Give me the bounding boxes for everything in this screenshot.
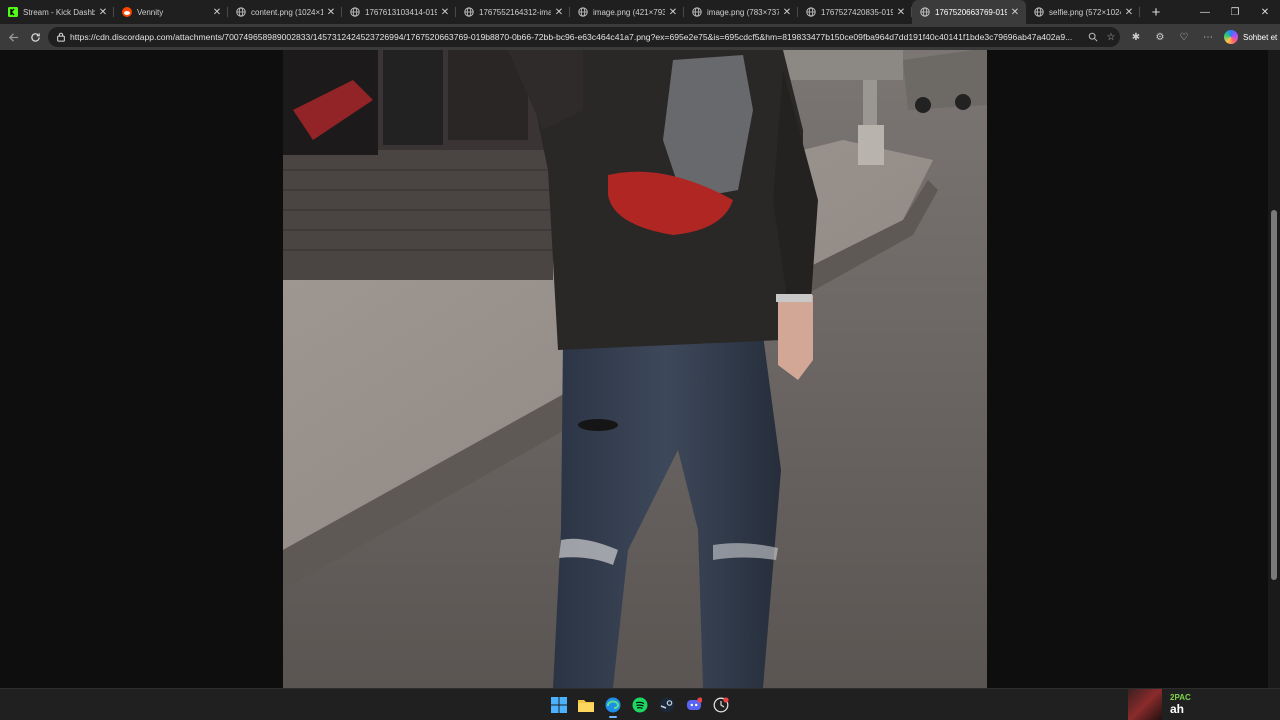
photo-illustration (283, 50, 987, 688)
tab[interactable]: Vennity ✕ (114, 0, 228, 24)
window-controls: — ❐ ✕ (1190, 0, 1280, 24)
tab-title: 1767552164312-image (479, 7, 551, 17)
taskbar-apps (545, 693, 734, 718)
tab-title: Stream - Kick Dashboard (23, 7, 95, 17)
globe-icon (464, 7, 474, 17)
navigation-bar: https://cdn.discordapp.com/attachments/7… (0, 24, 1280, 50)
tab[interactable]: 1767527420835-019b8✕ (798, 0, 912, 24)
album-art (1128, 689, 1162, 720)
favorite-star-icon[interactable]: ☆ (1102, 32, 1120, 43)
tab[interactable]: image.png (783×737) ✕ (684, 0, 798, 24)
more-menu-icon[interactable]: ⋯ (1196, 32, 1220, 43)
close-tab-icon[interactable]: ✕ (440, 7, 450, 18)
discord-button[interactable] (680, 693, 707, 717)
displayed-image[interactable] (283, 50, 987, 688)
tab-list: Stream - Kick Dashboard✕Vennity✕content.… (0, 0, 1140, 24)
scrollbar-thumb[interactable] (1271, 210, 1277, 580)
copilot-label: Sohbet et (1243, 32, 1278, 42)
discord-icon (686, 697, 702, 710)
close-tab-icon[interactable]: ✕ (554, 7, 564, 18)
media-widget[interactable]: 2PAC ah (1128, 689, 1191, 720)
tab[interactable]: 1767552164312-image✕ (456, 0, 570, 24)
tab-title: image.png (783×737) (707, 7, 779, 17)
new-tab-button[interactable]: + (1144, 0, 1168, 24)
close-tab-icon[interactable]: ✕ (98, 7, 108, 18)
kick-icon (8, 7, 18, 17)
app-button[interactable] (707, 693, 734, 717)
globe-icon (806, 7, 816, 17)
edge-icon (605, 697, 620, 713)
copilot-button[interactable]: Sohbet et (1224, 30, 1277, 44)
close-tab-icon[interactable]: ✕ (326, 7, 336, 18)
tab-title: content.png (1024×1536) (251, 7, 323, 17)
tab[interactable]: image.png (421×793) ✕ (570, 0, 684, 24)
tab[interactable]: Stream - Kick Dashboard✕ (0, 0, 114, 24)
steam-icon (659, 697, 674, 713)
arrow-left-icon (8, 32, 18, 42)
edge-browser-button[interactable] (599, 693, 626, 718)
tab-title: 1767520663769-019b8 (935, 7, 1007, 17)
close-tab-icon[interactable]: ✕ (782, 7, 792, 18)
clock-app-icon (713, 697, 729, 713)
media-subtitle: ah (1170, 702, 1185, 716)
site-info-icon[interactable] (52, 32, 70, 42)
close-window-button[interactable]: ✕ (1250, 0, 1280, 24)
tab[interactable]: selfie.png (572×1024) ✕ (1026, 0, 1140, 24)
toolbar-actions: ✱ ⚙ ♡ ⋯ Sohbet et (1124, 27, 1277, 47)
file-explorer-button[interactable] (572, 693, 599, 717)
close-tab-icon[interactable]: ✕ (212, 7, 222, 18)
tab-title: Vennity (137, 7, 164, 17)
spotify-icon (632, 697, 647, 713)
folder-icon (577, 700, 594, 712)
globe-icon (920, 7, 930, 17)
minimize-button[interactable]: — (1190, 0, 1220, 24)
globe-icon (578, 7, 588, 17)
start-button[interactable] (545, 693, 572, 717)
performance-icon[interactable]: ♡ (1172, 32, 1196, 43)
tab[interactable]: content.png (1024×1536)✕ (228, 0, 342, 24)
zoom-icon[interactable] (1084, 32, 1102, 42)
tab[interactable]: 1767613103414-019b8✕ (342, 0, 456, 24)
address-bar[interactable]: https://cdn.discordapp.com/attachments/7… (48, 27, 1120, 47)
back-button[interactable] (2, 26, 24, 48)
steam-button[interactable] (653, 693, 680, 717)
tab[interactable]: 1767520663769-019b8✕ (912, 0, 1026, 24)
extensions-icon[interactable]: ✱ (1124, 32, 1148, 43)
globe-icon (1034, 7, 1044, 17)
extension-puzzle-icon[interactable]: ⚙ (1148, 32, 1172, 43)
close-tab-icon[interactable]: ✕ (896, 7, 906, 18)
tab-separator (1139, 7, 1140, 17)
reddit-icon (122, 7, 132, 17)
globe-icon (350, 7, 360, 17)
media-title: 2PAC (1170, 693, 1191, 702)
tab-title: 1767527420835-019b8 (821, 7, 893, 17)
taskbar: 2PAC ah (0, 688, 1280, 720)
globe-icon (692, 7, 702, 17)
close-tab-icon[interactable]: ✕ (1010, 7, 1020, 18)
close-tab-icon[interactable]: ✕ (1124, 7, 1134, 18)
tab-title: 1767613103414-019b8 (365, 7, 437, 17)
url-text: https://cdn.discordapp.com/attachments/7… (70, 32, 1073, 42)
page-scrollbar[interactable] (1268, 50, 1280, 688)
restore-button[interactable]: ❐ (1220, 0, 1250, 24)
copilot-icon (1224, 30, 1238, 44)
page-viewport (0, 50, 1280, 688)
globe-icon (236, 7, 246, 17)
refresh-button[interactable] (24, 26, 46, 48)
refresh-icon (30, 32, 40, 42)
tab-title: selfie.png (572×1024) (1049, 7, 1121, 17)
spotify-button[interactable] (626, 693, 653, 717)
tab-title: image.png (421×793) (593, 7, 665, 17)
windows-icon (550, 697, 567, 713)
close-tab-icon[interactable]: ✕ (668, 7, 678, 18)
tab-strip: Stream - Kick Dashboard✕Vennity✕content.… (0, 0, 1280, 24)
